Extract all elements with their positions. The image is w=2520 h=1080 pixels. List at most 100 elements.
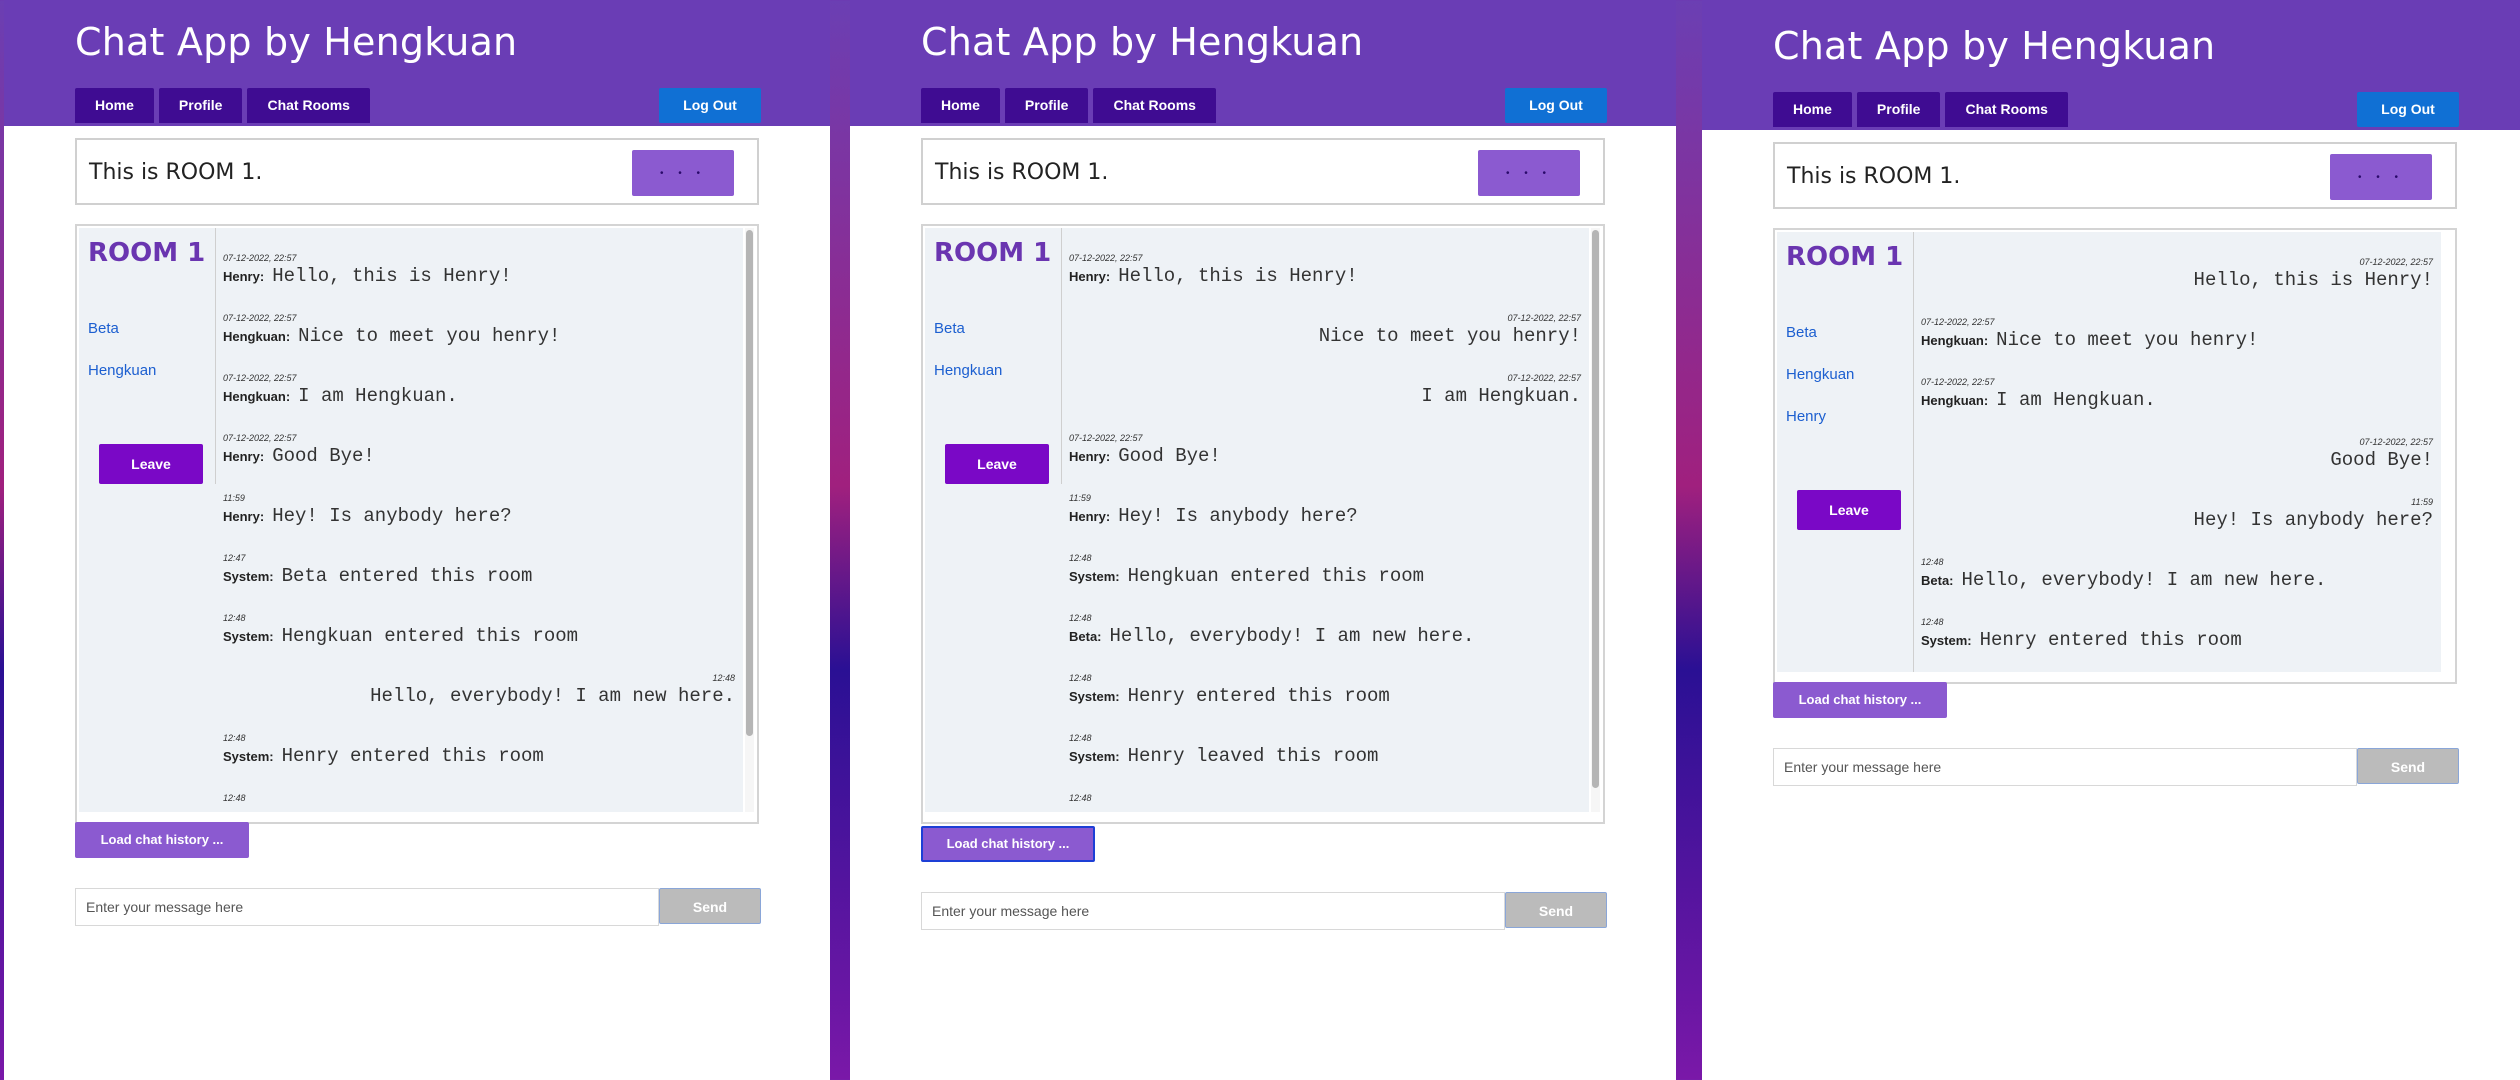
message-time: 12:48 xyxy=(223,733,246,743)
nav-bar: Home Profile Chat Rooms xyxy=(1773,92,2068,127)
logout-button[interactable]: Log Out xyxy=(2357,92,2459,127)
message-time: 07-12-2022, 22:57 xyxy=(2359,257,2433,267)
message: 07-12-2022, 22:57 Henry: Good Bye! xyxy=(1069,432,1581,468)
own-message: 12:48 Hello, everybody! I am new here. xyxy=(223,672,735,708)
send-button[interactable]: Send xyxy=(1505,892,1607,928)
more-options-button[interactable]: • • • xyxy=(2330,154,2432,200)
message-text: I am Hengkuan. xyxy=(298,385,458,407)
message-input[interactable] xyxy=(921,892,1505,930)
message: 07-12-2022, 22:57 Henry: Good Bye! xyxy=(223,432,735,468)
send-button[interactable]: Send xyxy=(659,888,761,924)
room-header-title: This is ROOM 1. xyxy=(935,160,1109,185)
member-link[interactable]: Hengkuan xyxy=(934,362,1002,379)
message: 07-12-2022, 22:57 Henry: Hello, this is He… xyxy=(1069,252,1581,288)
message-sender: Hengkuan: xyxy=(1921,393,1989,408)
message-text: Hey! Is anybody here? xyxy=(2193,509,2433,531)
logout-button[interactable]: Log Out xyxy=(659,88,761,123)
nav-home[interactable]: Home xyxy=(921,88,1000,123)
message-sender: Henry: xyxy=(1069,509,1111,524)
message-text: Hey! Is anybody here? xyxy=(272,505,512,527)
app-title: Chat App by Hengkuan xyxy=(921,20,1364,64)
send-button[interactable]: Send xyxy=(2357,748,2459,784)
message: 11:59 Henry: Hey! Is anybody here? xyxy=(223,492,735,528)
message-time: 07-12-2022, 22:57 xyxy=(223,373,297,383)
more-options-button[interactable]: • • • xyxy=(1478,150,1580,196)
message: 11:59 Henry: Hey! Is anybody here? xyxy=(1069,492,1581,528)
nav-chat-rooms[interactable]: Chat Rooms xyxy=(1093,88,1216,123)
nav-profile[interactable]: Profile xyxy=(158,88,243,123)
leave-button[interactable]: Leave xyxy=(99,444,203,484)
nav-home[interactable]: Home xyxy=(1773,92,1852,127)
message: 12:48 System: Henry entered this room xyxy=(223,732,735,768)
message-sender: System: xyxy=(1069,689,1120,704)
message-text: Good Bye! xyxy=(272,445,375,467)
nav-chat-rooms[interactable]: Chat Rooms xyxy=(1945,92,2068,127)
room-header: This is ROOM 1. • • • xyxy=(75,138,759,205)
nav-bar: Home Profile Chat Rooms xyxy=(921,88,1216,123)
leave-button[interactable]: Leave xyxy=(945,444,1049,484)
message-text: Henry leaved this room xyxy=(1127,745,1379,767)
nav-home[interactable]: Home xyxy=(75,88,154,123)
message-sender: Henry: xyxy=(223,269,265,284)
chat-scroll-area[interactable]: ROOM 1 Beta Hengkuan Leave 07-12-2022, 2… xyxy=(925,228,1589,812)
member-link[interactable]: Henry xyxy=(1786,408,1826,425)
scroll-thumb[interactable] xyxy=(1592,230,1599,788)
member-link[interactable]: Beta xyxy=(934,320,965,337)
nav-profile[interactable]: Profile xyxy=(1856,92,1941,127)
message: 12:48 xyxy=(1069,792,1581,804)
message-time: 12:48 xyxy=(1069,733,1092,743)
scroll-thumb[interactable] xyxy=(746,230,753,736)
message-time: 12:48 xyxy=(1069,613,1092,623)
message-text: Good Bye! xyxy=(2330,449,2433,471)
message-time: 07-12-2022, 22:57 xyxy=(2359,437,2433,447)
message-sender: System: xyxy=(223,749,274,764)
room-sidebar: ROOM 1 Beta Hengkuan Henry Leave xyxy=(1777,232,1914,672)
nav-chat-rooms[interactable]: Chat Rooms xyxy=(247,88,370,123)
own-message: 07-12-2022, 22:57 Nice to meet you henry! xyxy=(1069,312,1581,348)
message-sender: System: xyxy=(1921,633,1972,648)
member-link[interactable]: Hengkuan xyxy=(88,362,156,379)
load-history-button[interactable]: Load chat history ... xyxy=(75,822,249,858)
message-time: 11:59 xyxy=(223,493,245,503)
message: 12:48 System: Henry leaved this room xyxy=(1069,732,1581,768)
message-text: Hello, this is Henry! xyxy=(272,265,512,287)
member-link[interactable]: Beta xyxy=(1786,324,1817,341)
load-history-button[interactable]: Load chat history ... xyxy=(1773,682,1947,718)
chat-box: ROOM 1 Beta Hengkuan Leave 07-12-2022, 2… xyxy=(921,224,1605,824)
message-sender: Henry: xyxy=(1069,269,1111,284)
member-link[interactable]: Beta xyxy=(88,320,119,337)
message-text: Hello, everybody! I am new here. xyxy=(1109,625,1475,647)
message-time: 12:48 xyxy=(223,793,246,803)
message-text: Nice to meet you henry! xyxy=(1996,329,2259,351)
message-input[interactable] xyxy=(1773,748,2357,786)
logout-button[interactable]: Log Out xyxy=(1505,88,1607,123)
message-sender: Hengkuan: xyxy=(1921,333,1989,348)
message: 12:47 System: Beta entered this room xyxy=(223,552,735,588)
message-text: Henry entered this room xyxy=(1979,629,2242,651)
more-options-button[interactable]: • • • xyxy=(632,150,734,196)
message-input[interactable] xyxy=(75,888,659,926)
message-time: 07-12-2022, 22:57 xyxy=(223,433,297,443)
message-sender: Henry: xyxy=(1069,449,1111,464)
message: 12:48 Beta: Hello, everybody! I am new her… xyxy=(1921,556,2433,592)
message-text: Hengkuan entered this room xyxy=(281,625,579,647)
chat-box: ROOM 1 Beta Hengkuan Leave 07-12-2022, 2… xyxy=(75,224,759,824)
room-sidebar: ROOM 1 Beta Hengkuan Leave xyxy=(79,228,216,484)
chat-scroll-area[interactable]: ROOM 1 Beta Hengkuan Henry Leave 07-12-2… xyxy=(1777,232,2441,672)
load-history-button[interactable]: Load chat history ... xyxy=(921,826,1095,862)
nav-profile[interactable]: Profile xyxy=(1004,88,1089,123)
message-time: 11:59 xyxy=(2411,497,2433,507)
message-time: 07-12-2022, 22:57 xyxy=(1921,377,1995,387)
room-header-title: This is ROOM 1. xyxy=(89,160,263,185)
leave-button[interactable]: Leave xyxy=(1797,490,1901,530)
member-link[interactable]: Hengkuan xyxy=(1786,366,1854,383)
message-text: Henry entered this room xyxy=(281,745,544,767)
chat-window-1: Chat App by Hengkuan Home Profile Chat R… xyxy=(4,0,830,1080)
message: 12:48 System: Henry entered this room xyxy=(1069,672,1581,708)
message-time: 12:48 xyxy=(1069,793,1092,803)
message-text: Hey! Is anybody here? xyxy=(1118,505,1358,527)
message-text: Henry entered this room xyxy=(1127,685,1390,707)
message: 07-12-2022, 22:57 Hengkuan: Nice to meet y… xyxy=(223,312,735,348)
chat-scroll-area[interactable]: ROOM 1 Beta Hengkuan Leave 07-12-2022, 2… xyxy=(79,228,743,812)
own-message: 07-12-2022, 22:57 I am Hengkuan. xyxy=(1069,372,1581,408)
